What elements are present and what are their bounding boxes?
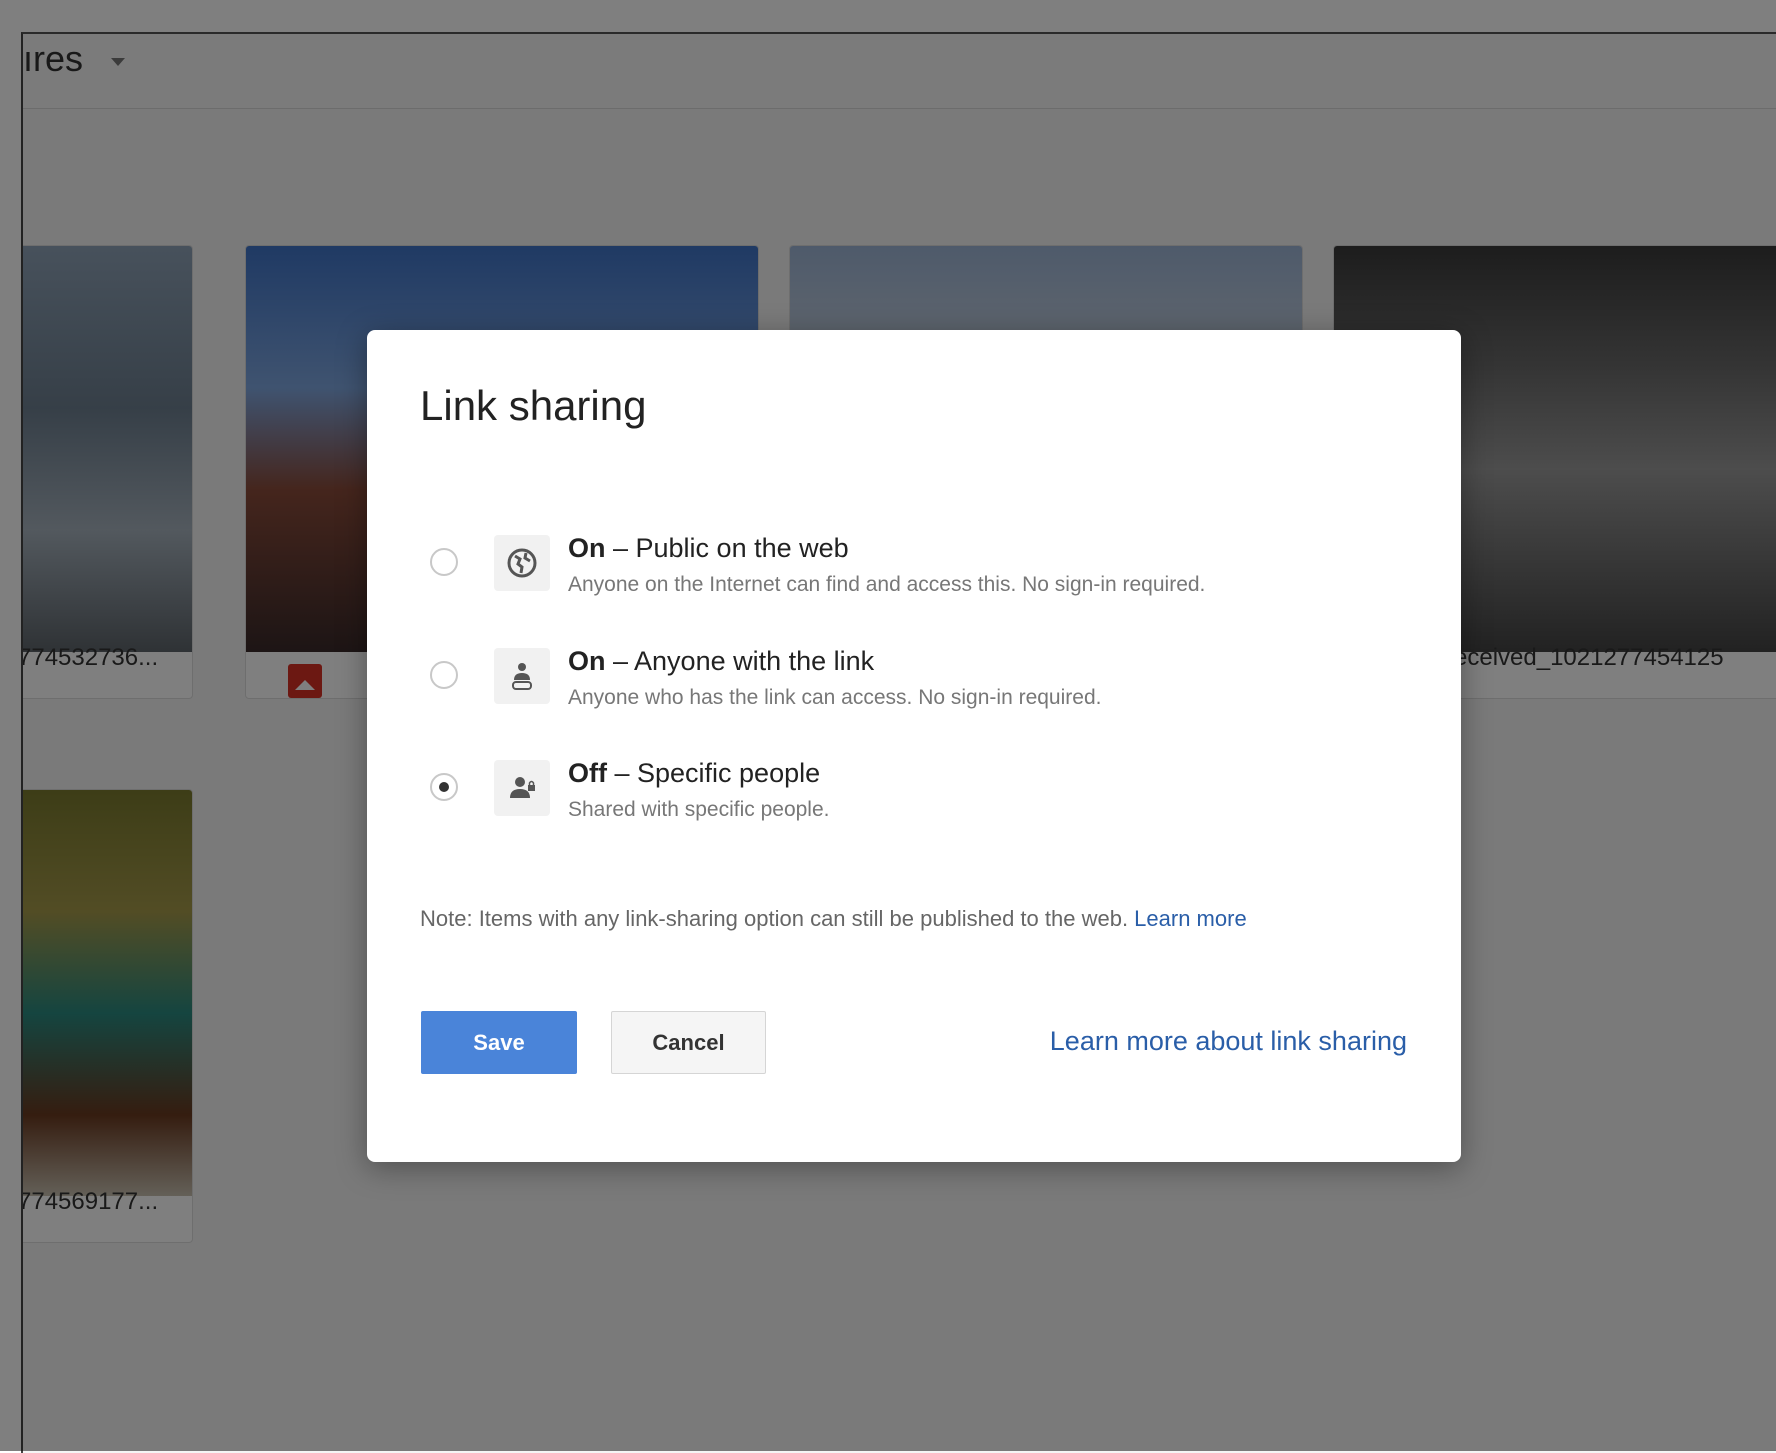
cancel-button[interactable]: Cancel (611, 1011, 766, 1074)
link-sharing-dialog: Link sharing On – Public on the web Anyo… (367, 330, 1461, 1162)
option-heading: On – Anyone with the link (568, 646, 875, 676)
option-specific-people[interactable]: Off – Specific people Shared with specif… (420, 758, 1400, 850)
option-public-on-web[interactable]: On – Public on the web Anyone on the Int… (420, 533, 1400, 625)
radio-specific-people[interactable] (430, 773, 458, 801)
option-heading: Off – Specific people (568, 758, 821, 788)
dialog-title: Link sharing (420, 382, 647, 429)
radio-anyone-with-link[interactable] (430, 661, 458, 689)
learn-more-link[interactable]: Learn more (1134, 906, 1247, 931)
option-description: Anyone on the Internet can find and acce… (568, 573, 1206, 596)
option-description: Shared with specific people. (568, 798, 830, 821)
publish-note: Note: Items with any link-sharing option… (420, 906, 1247, 931)
radio-public-on-web[interactable] (430, 548, 458, 576)
option-heading: On – Public on the web (568, 533, 849, 563)
link-person-icon (494, 648, 550, 704)
globe-icon (494, 535, 550, 591)
option-description: Anyone who has the link can access. No s… (568, 686, 1102, 709)
option-anyone-with-link[interactable]: On – Anyone with the link Anyone who has… (420, 646, 1400, 738)
person-lock-icon (494, 760, 550, 816)
save-button[interactable]: Save (421, 1011, 577, 1074)
learn-more-about-link-sharing-link[interactable]: Learn more about link sharing (1050, 1026, 1407, 1057)
